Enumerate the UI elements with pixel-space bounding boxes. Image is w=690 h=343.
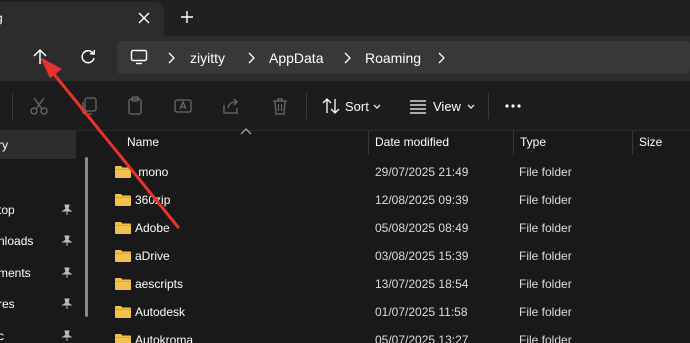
sort-icon[interactable] (320, 95, 342, 117)
pin-icon (61, 204, 73, 215)
sort-button[interactable]: Sort (345, 99, 369, 114)
column-header-type[interactable]: Type (520, 135, 546, 149)
computer-icon (130, 49, 148, 65)
folder-icon (115, 194, 131, 206)
address-bar[interactable]: ziyitty AppData Roaming (117, 41, 690, 74)
column-header-name[interactable]: Name (127, 135, 159, 149)
chevron-right-icon[interactable] (436, 52, 446, 64)
file-date: 29/07/2025 21:49 (375, 165, 469, 179)
column-header-date[interactable]: Date modified (375, 135, 449, 149)
sidebar-item-label[interactable]: ments (0, 266, 31, 280)
pin-icon (61, 267, 73, 278)
copy-icon[interactable] (78, 95, 100, 117)
file-date: 12/08/2025 09:39 (375, 193, 469, 207)
sidebar-item-label[interactable]: ry (0, 138, 8, 152)
folder-icon (115, 334, 131, 343)
file-type: File folder (519, 305, 572, 319)
breadcrumb-ziyitty[interactable]: ziyitty (190, 50, 225, 66)
chevron-right-icon[interactable] (246, 52, 256, 64)
close-icon[interactable] (136, 10, 152, 26)
share-icon[interactable] (220, 95, 242, 117)
file-type: File folder (519, 249, 572, 263)
refresh-icon[interactable] (77, 46, 99, 68)
column-divider[interactable] (368, 131, 369, 155)
table-row[interactable]: 360zip 12/08/2025 09:39 File folder (96, 187, 690, 215)
file-name: aDrive (135, 249, 170, 263)
sidebar-item-label[interactable]: res (0, 297, 15, 311)
table-row[interactable]: Autokroma 05/07/2025 13:27 File folder (96, 327, 690, 343)
folder-icon (115, 250, 131, 262)
view-icon[interactable] (407, 95, 429, 117)
table-row[interactable]: .mono 29/07/2025 21:49 File folder (96, 159, 690, 187)
new-tab-icon[interactable] (178, 8, 196, 26)
tab-title: g (0, 11, 3, 25)
file-type: File folder (519, 165, 572, 179)
file-date: 01/07/2025 11:58 (375, 305, 468, 319)
chevron-down-icon[interactable] (467, 104, 475, 110)
file-list: Name Date modified Type Size .mono 29/07… (96, 128, 690, 343)
file-name: Adobe (135, 221, 170, 235)
toolbar-divider (306, 93, 307, 119)
pin-icon (61, 298, 73, 309)
file-date: 03/08/2025 15:39 (375, 249, 469, 263)
folder-icon (115, 278, 131, 290)
chevron-down-icon[interactable] (373, 104, 381, 110)
table-row[interactable]: aescripts 13/07/2025 18:54 File folder (96, 271, 690, 299)
folder-icon (115, 222, 131, 234)
column-divider[interactable] (513, 131, 514, 155)
toolbar-divider (488, 93, 489, 119)
file-date: 05/07/2025 13:27 (375, 333, 469, 343)
sidebar-item-label[interactable]: nloads (0, 234, 33, 248)
breadcrumb-appdata[interactable]: AppData (269, 50, 323, 66)
toolbar-divider (12, 93, 13, 119)
folder-icon (115, 306, 131, 318)
rename-icon[interactable] (172, 95, 194, 117)
navigation-bar: ziyitty AppData Roaming (0, 36, 690, 81)
pin-icon (61, 235, 73, 246)
command-bar: Sort View (0, 81, 690, 131)
file-name: .mono (135, 165, 169, 179)
sidebar-scrollbar[interactable] (85, 157, 88, 317)
breadcrumb-roaming[interactable]: Roaming (365, 50, 421, 66)
folder-icon (115, 166, 131, 178)
file-date: 13/07/2025 18:54 (375, 277, 469, 291)
up-arrow-icon[interactable] (29, 46, 51, 68)
file-type: File folder (519, 333, 572, 343)
sort-ascending-icon (240, 128, 252, 135)
table-row[interactable]: aDrive 03/08/2025 15:39 File folder (96, 243, 690, 271)
file-type: File folder (519, 193, 572, 207)
delete-icon[interactable] (269, 95, 291, 117)
navigation-pane: ry top nloads ments res c (0, 131, 96, 343)
table-row[interactable]: Autodesk 01/07/2025 11:58 File folder (96, 299, 690, 327)
file-name: Autodesk (135, 305, 186, 319)
pin-icon (61, 330, 73, 341)
file-name: Autokroma (135, 333, 194, 343)
table-row[interactable]: Adobe 05/08/2025 08:49 File folder (96, 215, 690, 243)
file-name: 360zip (135, 193, 171, 207)
view-button[interactable]: View (433, 99, 461, 114)
paste-icon[interactable] (124, 95, 146, 117)
column-divider[interactable] (632, 131, 633, 155)
sidebar-item-label[interactable]: c (0, 329, 4, 343)
file-type: File folder (519, 221, 572, 235)
tab-active[interactable]: g (0, 2, 164, 36)
column-header-size[interactable]: Size (639, 135, 662, 149)
file-type: File folder (519, 277, 572, 291)
title-bar: g (0, 0, 690, 36)
sidebar-item-label[interactable]: top (0, 203, 15, 217)
cut-icon[interactable] (28, 95, 50, 117)
file-name: aescripts (135, 277, 184, 291)
chevron-right-icon[interactable] (166, 52, 176, 64)
chevron-right-icon[interactable] (342, 52, 352, 64)
file-date: 05/08/2025 08:49 (375, 221, 469, 235)
more-options-icon[interactable] (502, 95, 524, 117)
sidebar-item-selected[interactable] (0, 131, 76, 159)
